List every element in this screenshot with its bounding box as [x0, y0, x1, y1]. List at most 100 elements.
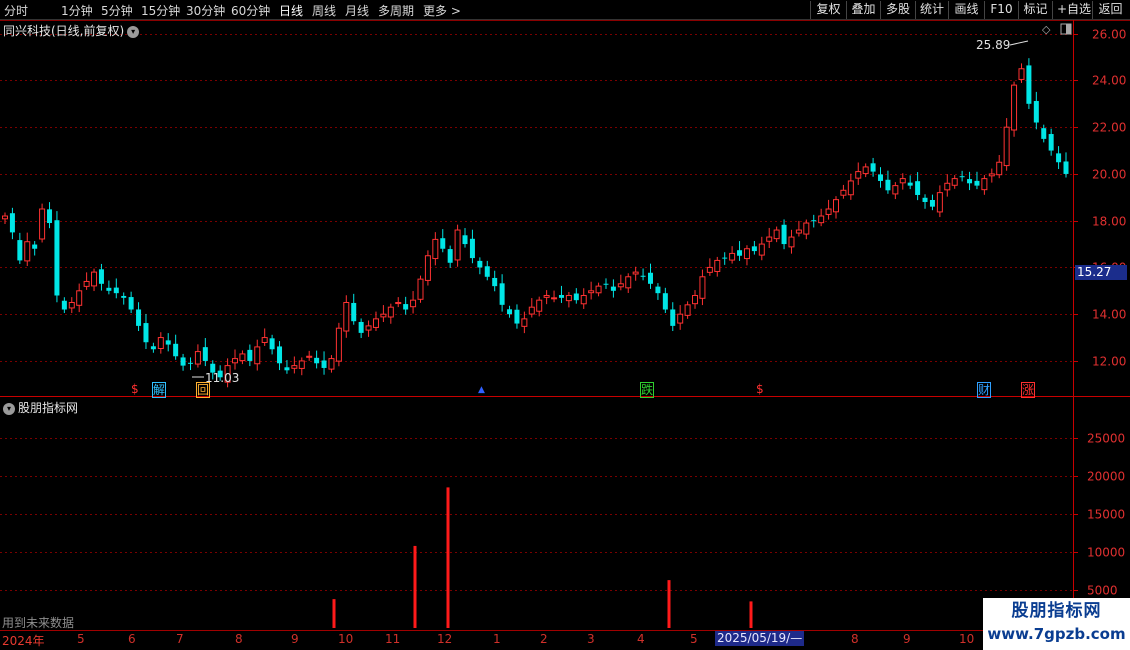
candle-body: [648, 272, 654, 284]
candle-body: [907, 182, 913, 186]
candle-body: [795, 229, 802, 234]
candle-body: [514, 309, 520, 324]
event-marker-financial[interactable]: 财: [977, 382, 992, 398]
candle-body: [662, 293, 668, 310]
candle-body: [722, 257, 728, 259]
chevron-down-icon[interactable]: ▾: [3, 403, 15, 415]
time-label-year: 2024年: [2, 634, 45, 648]
candle-body: [603, 283, 609, 285]
candle-body: [766, 236, 773, 242]
candle-body: [136, 309, 142, 326]
cursor-date-label: 2025/05/19/—: [715, 631, 805, 646]
candle-body: [855, 171, 862, 179]
candle-body: [150, 346, 156, 350]
indicator-bar: [446, 487, 450, 628]
event-marker-dividend[interactable]: $: [131, 382, 139, 396]
candle-body: [2, 215, 8, 220]
candle-body: [76, 290, 83, 306]
candle-body: [981, 178, 988, 191]
event-marker-unlock[interactable]: 解: [152, 382, 167, 398]
candle-body: [743, 248, 750, 260]
time-label: 8: [235, 632, 243, 646]
indicator-axis: 25000 20000 15000 10000 5000: [1073, 432, 1125, 598]
candle-body: [298, 360, 305, 369]
candle-body: [24, 241, 31, 262]
event-marker-up-arrow[interactable]: ▲: [478, 383, 485, 397]
candle-body: [655, 286, 661, 294]
candle-body: [410, 299, 417, 308]
chevron-down-icon[interactable]: ▾: [127, 26, 140, 38]
event-marker-drop[interactable]: 跌: [640, 382, 655, 398]
event-marker-dividend-2[interactable]: $: [756, 382, 764, 396]
candle-body: [870, 163, 876, 172]
indicator-tick-label: 20000: [1087, 470, 1125, 484]
candle-body: [811, 220, 817, 222]
candle-body: [847, 180, 854, 196]
candle-body: [432, 238, 439, 260]
candle-body: [358, 321, 364, 333]
candle-body: [714, 259, 721, 272]
candle-body: [32, 244, 38, 249]
candle-body: [640, 275, 646, 277]
candle-body: [543, 294, 550, 298]
candle-body: [261, 337, 268, 343]
candle-body: [1048, 134, 1054, 151]
indicator-bar: [413, 545, 417, 628]
price-tick-label: 24.00: [1092, 74, 1126, 88]
candle-body: [878, 174, 884, 181]
high-price-label: 25.89: [976, 38, 1010, 52]
candle-body: [803, 222, 810, 235]
candle-body: [781, 224, 787, 245]
candlestick-series: [2, 58, 1069, 388]
candle-body: [521, 318, 528, 327]
candle-body: [699, 276, 706, 299]
candle-body: [840, 189, 847, 196]
candle-body: [788, 236, 795, 248]
candle-body: [403, 304, 409, 310]
candle-body: [885, 179, 891, 191]
candle-body: [737, 250, 743, 256]
candle-body: [862, 166, 869, 175]
candle-body: [194, 351, 201, 365]
watermark-title: 股朋指标网: [1011, 601, 1102, 621]
candle-body: [818, 215, 825, 224]
window-toggle-fill: [1066, 24, 1071, 34]
candle-body: [936, 192, 943, 213]
candle-body: [507, 309, 513, 315]
indicator-tick-label: 10000: [1087, 546, 1125, 560]
candle-body: [68, 302, 75, 309]
time-label: 3: [587, 632, 595, 646]
event-marker-rise[interactable]: 涨: [1021, 382, 1036, 398]
time-label: 9: [291, 632, 299, 646]
watermark: 股朋指标网 www.7gpzb.com: [983, 598, 1130, 650]
candle-body: [254, 346, 261, 365]
candle-body: [351, 302, 357, 322]
candle-body: [617, 283, 624, 288]
candle-body: [277, 346, 283, 364]
candle-body: [232, 358, 239, 364]
candle-body: [892, 185, 899, 195]
indicator-bars: [332, 487, 753, 628]
diamond-icon[interactable]: ◇: [1042, 23, 1051, 36]
candle-body: [610, 286, 616, 291]
current-price-tag: 15.27: [1075, 265, 1127, 280]
candle-body: [284, 367, 290, 371]
candle-body: [729, 252, 736, 261]
candle-body: [595, 285, 602, 294]
candle-body: [343, 302, 350, 332]
candle-body: [61, 300, 67, 310]
indicator-tick-label: 5000: [1087, 584, 1118, 598]
candle-body: [692, 294, 699, 305]
candle-body: [758, 243, 765, 256]
candle-body: [944, 182, 951, 191]
indicator-name: 股朋指标网: [18, 401, 79, 415]
stock-chart-window: 分时 1分钟 5分钟 15分钟 30分钟 60分钟 日线 周线 月线 多周期 更…: [0, 0, 1130, 650]
candle-body: [832, 199, 839, 213]
candle-body: [915, 181, 921, 195]
high-arrow-icon: [1009, 40, 1029, 46]
candle-body: [1018, 68, 1025, 80]
candle-body: [1003, 126, 1010, 167]
event-marker-buyback[interactable]: 回: [196, 382, 211, 398]
candle-body: [83, 280, 90, 287]
time-label: 2: [540, 632, 548, 646]
